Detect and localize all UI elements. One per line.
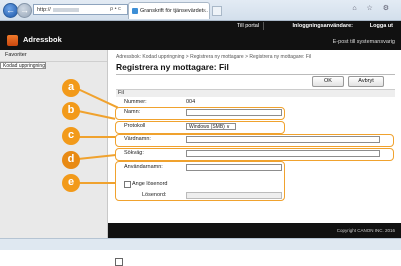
- email-admin-link[interactable]: E-post till systemansvarig: [333, 39, 395, 45]
- section-header: Fil: [116, 89, 395, 97]
- callout-box-a: [115, 107, 285, 120]
- sidebar-item-coded-dial[interactable]: Kodad uppringning: [0, 62, 46, 69]
- divider: [116, 74, 395, 75]
- portal-link[interactable]: Till portal: [237, 23, 259, 29]
- app-logo-icon: [7, 35, 18, 46]
- status-bar: [0, 238, 401, 250]
- callout-box-c: [115, 134, 394, 147]
- callout-badge-c: c: [62, 127, 80, 145]
- browser-window: ← → http:// ρ • c Granskrift för tjänsev…: [0, 0, 401, 266]
- tab-title: Granskrift för tjänsevärdet...: [140, 8, 208, 14]
- back-icon[interactable]: ←: [3, 3, 18, 18]
- callout-box-b: [115, 121, 285, 134]
- browser-toolbar: ← → http:// ρ • c Granskrift för tjänsev…: [0, 0, 401, 21]
- list-icon[interactable]: [115, 258, 123, 266]
- breadcrumb: Adressbok: Kodad uppringning > Registrer…: [116, 54, 312, 60]
- callout-badge-b: b: [62, 102, 80, 120]
- app-header: Till portal Inloggningsanvändare: Logga …: [0, 21, 401, 50]
- login-user-label: Inloggningsanvändare:: [292, 23, 353, 29]
- callout-box-e: [115, 161, 285, 201]
- app-title: Adressbok: [23, 35, 62, 44]
- address-text: http://: [37, 7, 51, 13]
- address-redacted: [52, 7, 79, 12]
- favicon-icon: [132, 8, 138, 14]
- callout-line-e: [78, 182, 116, 184]
- new-tab-button[interactable]: [212, 6, 222, 16]
- callout-line-c: [78, 136, 116, 138]
- callout-badge-e: e: [62, 174, 80, 192]
- callout-badge-a: a: [62, 79, 80, 97]
- window-controls[interactable]: ⌂ ☆ ⚙: [352, 4, 393, 12]
- forward-icon[interactable]: →: [17, 3, 32, 18]
- tab-close-icon[interactable]: ×: [203, 3, 206, 19]
- address-controls[interactable]: ρ • c: [110, 4, 121, 15]
- cancel-button[interactable]: Avbryt: [348, 76, 384, 87]
- footer: Copyright CANON INC. 2016: [108, 223, 401, 238]
- copyright-text: Copyright CANON INC. 2016: [336, 228, 395, 233]
- logout-link[interactable]: Logga ut: [370, 23, 393, 29]
- callout-box-d: [115, 148, 394, 161]
- sidebar: Favoriter Kodad uppringning: [0, 50, 108, 238]
- browser-tab[interactable]: Granskrift för tjänsevärdet... ×: [128, 2, 210, 19]
- divider: [263, 22, 264, 30]
- number-label: Nummer:: [124, 99, 147, 105]
- number-value: 004: [186, 99, 196, 105]
- page-title: Registrera ny mottagare: Fil: [116, 62, 229, 72]
- sidebar-item-favorites[interactable]: Favoriter: [0, 50, 107, 62]
- callout-badge-d: d: [62, 151, 80, 169]
- ok-button[interactable]: OK: [312, 76, 344, 87]
